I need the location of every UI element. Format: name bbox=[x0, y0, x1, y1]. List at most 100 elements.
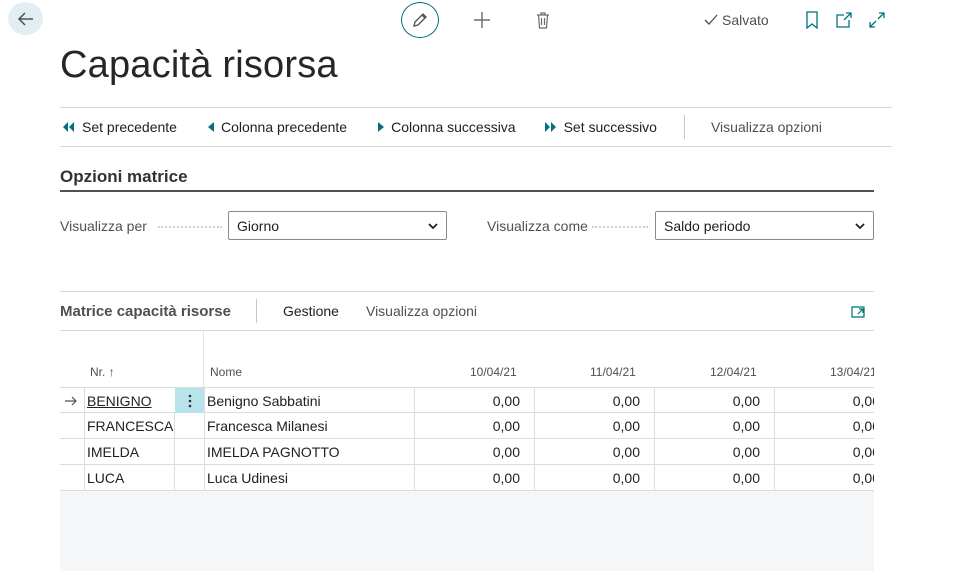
grid-empty-area bbox=[60, 491, 874, 571]
column-header-date-2[interactable]: 11/04/21 bbox=[590, 365, 636, 379]
delete-button[interactable] bbox=[532, 8, 554, 32]
resource-name[interactable]: Luca Udinesi bbox=[207, 465, 288, 490]
column-header-name[interactable]: Nome bbox=[210, 365, 242, 379]
view-options-label: Visualizza opzioni bbox=[710, 119, 822, 135]
capacity-cell[interactable]: 0,00 bbox=[534, 465, 640, 490]
pencil-icon bbox=[413, 13, 427, 27]
view-as-value: Saldo periodo bbox=[664, 217, 751, 234]
open-new-window-button[interactable] bbox=[834, 9, 854, 31]
next-column-button[interactable]: Colonna successiva bbox=[377, 119, 516, 135]
cell-divider bbox=[84, 388, 85, 413]
cell-divider bbox=[204, 439, 205, 464]
chevron-right-icon bbox=[377, 121, 385, 133]
resource-no-link[interactable]: BENIGNO bbox=[87, 388, 152, 413]
capacity-cell[interactable]: 0,00 bbox=[414, 413, 520, 438]
manage-menu[interactable]: Gestione bbox=[283, 303, 339, 319]
capacity-cell[interactable]: 0,00 bbox=[654, 413, 760, 438]
capacity-cell[interactable]: 0,00 bbox=[774, 388, 874, 413]
column-header-date-4[interactable]: 13/04/21 bbox=[830, 365, 874, 379]
cell-divider bbox=[174, 465, 175, 490]
capacity-cell[interactable]: 0,00 bbox=[534, 439, 640, 464]
previous-column-button[interactable]: Colonna precedente bbox=[207, 119, 347, 135]
resource-name[interactable]: Francesca Milanesi bbox=[207, 413, 328, 438]
resource-no[interactable]: IMELDA bbox=[87, 439, 139, 464]
resource-name[interactable]: IMELDA PAGNOTTO bbox=[207, 439, 340, 464]
checkmark-icon bbox=[704, 14, 718, 25]
new-button[interactable] bbox=[470, 8, 494, 32]
cell-divider bbox=[204, 465, 205, 490]
row-selected-arrow-icon bbox=[64, 388, 82, 413]
capacity-cell[interactable]: 0,00 bbox=[774, 465, 874, 490]
previous-set-button[interactable]: Set precedente bbox=[62, 119, 177, 135]
view-as-select[interactable]: Saldo periodo bbox=[655, 211, 874, 240]
double-chevron-right-icon bbox=[544, 121, 558, 133]
options-section-title: Opzioni matrice bbox=[60, 167, 188, 186]
saved-label: Salvato bbox=[722, 12, 769, 28]
view-as-label: Visualizza come bbox=[487, 218, 588, 234]
double-chevron-left-icon bbox=[62, 121, 76, 133]
next-column-label: Colonna successiva bbox=[391, 119, 516, 135]
back-button[interactable] bbox=[8, 2, 43, 35]
part-separator bbox=[255, 299, 257, 323]
arrow-left-icon bbox=[17, 11, 33, 26]
page-title: Capacità risorsa bbox=[60, 44, 338, 86]
view-as-leader-dots bbox=[592, 226, 648, 228]
capacity-cell[interactable]: 0,00 bbox=[654, 439, 760, 464]
column-header-date-3[interactable]: 12/04/21 bbox=[710, 365, 757, 379]
previous-column-label: Colonna precedente bbox=[220, 119, 348, 135]
view-options-button[interactable]: Visualizza opzioni bbox=[711, 119, 822, 135]
open-in-new-window-icon bbox=[836, 12, 852, 28]
capacity-cell[interactable]: 0,00 bbox=[774, 413, 874, 438]
view-by-leader-dots bbox=[158, 226, 222, 228]
view-by-label: Visualizza per bbox=[60, 218, 147, 234]
table-row[interactable]: IMELDA IMELDA PAGNOTTO 0,00 0,00 0,00 0,… bbox=[60, 439, 874, 465]
matrix-part-header: Matrice capacità risorse Gestione Visual… bbox=[60, 291, 874, 331]
chevron-left-icon bbox=[207, 121, 215, 133]
chevron-down-icon bbox=[428, 223, 438, 230]
action-bar: Set precedente Colonna precedente Colonn… bbox=[60, 107, 892, 147]
capacity-cell[interactable]: 0,00 bbox=[534, 388, 640, 413]
cell-divider bbox=[204, 413, 205, 438]
view-by-value: Giorno bbox=[237, 217, 280, 234]
chevron-down-icon bbox=[855, 223, 865, 230]
capacity-cell[interactable]: 0,00 bbox=[774, 439, 874, 464]
previous-set-label: Set precedente bbox=[82, 119, 177, 135]
capacity-cell[interactable]: 0,00 bbox=[654, 465, 760, 490]
matrix-title: Matrice capacità risorse bbox=[60, 302, 231, 320]
cell-divider bbox=[204, 388, 205, 413]
column-header-date-1[interactable]: 10/04/21 bbox=[470, 365, 517, 379]
edit-button[interactable] bbox=[401, 2, 439, 38]
column-header-no[interactable]: Nr. ↑ bbox=[90, 365, 115, 379]
matrix-expand-button[interactable] bbox=[850, 303, 866, 319]
resource-no[interactable]: LUCA bbox=[87, 465, 124, 490]
trash-icon bbox=[537, 12, 549, 29]
table-row[interactable]: LUCA Luca Udinesi 0,00 0,00 0,00 0,00 bbox=[60, 465, 874, 491]
saved-status: Salvato bbox=[703, 12, 769, 28]
next-set-button[interactable]: Set successivo bbox=[544, 119, 657, 135]
header-column-divider bbox=[203, 331, 204, 387]
next-set-label: Set successivo bbox=[563, 119, 657, 135]
table-row[interactable]: FRANCESCA Francesca Milanesi 0,00 0,00 0… bbox=[60, 413, 874, 439]
resource-name[interactable]: Benigno Sabbatini bbox=[207, 388, 321, 413]
section-divider bbox=[60, 190, 874, 192]
open-in-new-window-icon bbox=[851, 306, 865, 318]
capacity-cell[interactable]: 0,00 bbox=[654, 388, 760, 413]
resource-no[interactable]: FRANCESCA bbox=[87, 413, 173, 438]
capacity-cell[interactable]: 0,00 bbox=[414, 388, 520, 413]
matrix-grid: Nr. ↑ Nome 10/04/21 11/04/21 12/04/21 13… bbox=[60, 331, 874, 571]
bookmark-button[interactable] bbox=[803, 9, 821, 31]
capacity-cell[interactable]: 0,00 bbox=[414, 465, 520, 490]
table-row[interactable]: BENIGNO Benigno Sabbatini 0,00 0,00 0,00… bbox=[60, 387, 874, 413]
cell-divider bbox=[174, 413, 175, 438]
bookmark-icon bbox=[806, 11, 818, 29]
capacity-cell[interactable]: 0,00 bbox=[414, 439, 520, 464]
view-by-select[interactable]: Giorno bbox=[228, 211, 447, 240]
cell-divider bbox=[174, 439, 175, 464]
expand-button[interactable] bbox=[867, 9, 887, 31]
row-menu-button[interactable] bbox=[175, 388, 204, 413]
cell-divider bbox=[84, 413, 85, 438]
matrix-view-options-button[interactable]: Visualizza opzioni bbox=[366, 303, 477, 319]
cell-divider bbox=[84, 439, 85, 464]
capacity-cell[interactable]: 0,00 bbox=[534, 413, 640, 438]
action-separator bbox=[683, 115, 685, 139]
